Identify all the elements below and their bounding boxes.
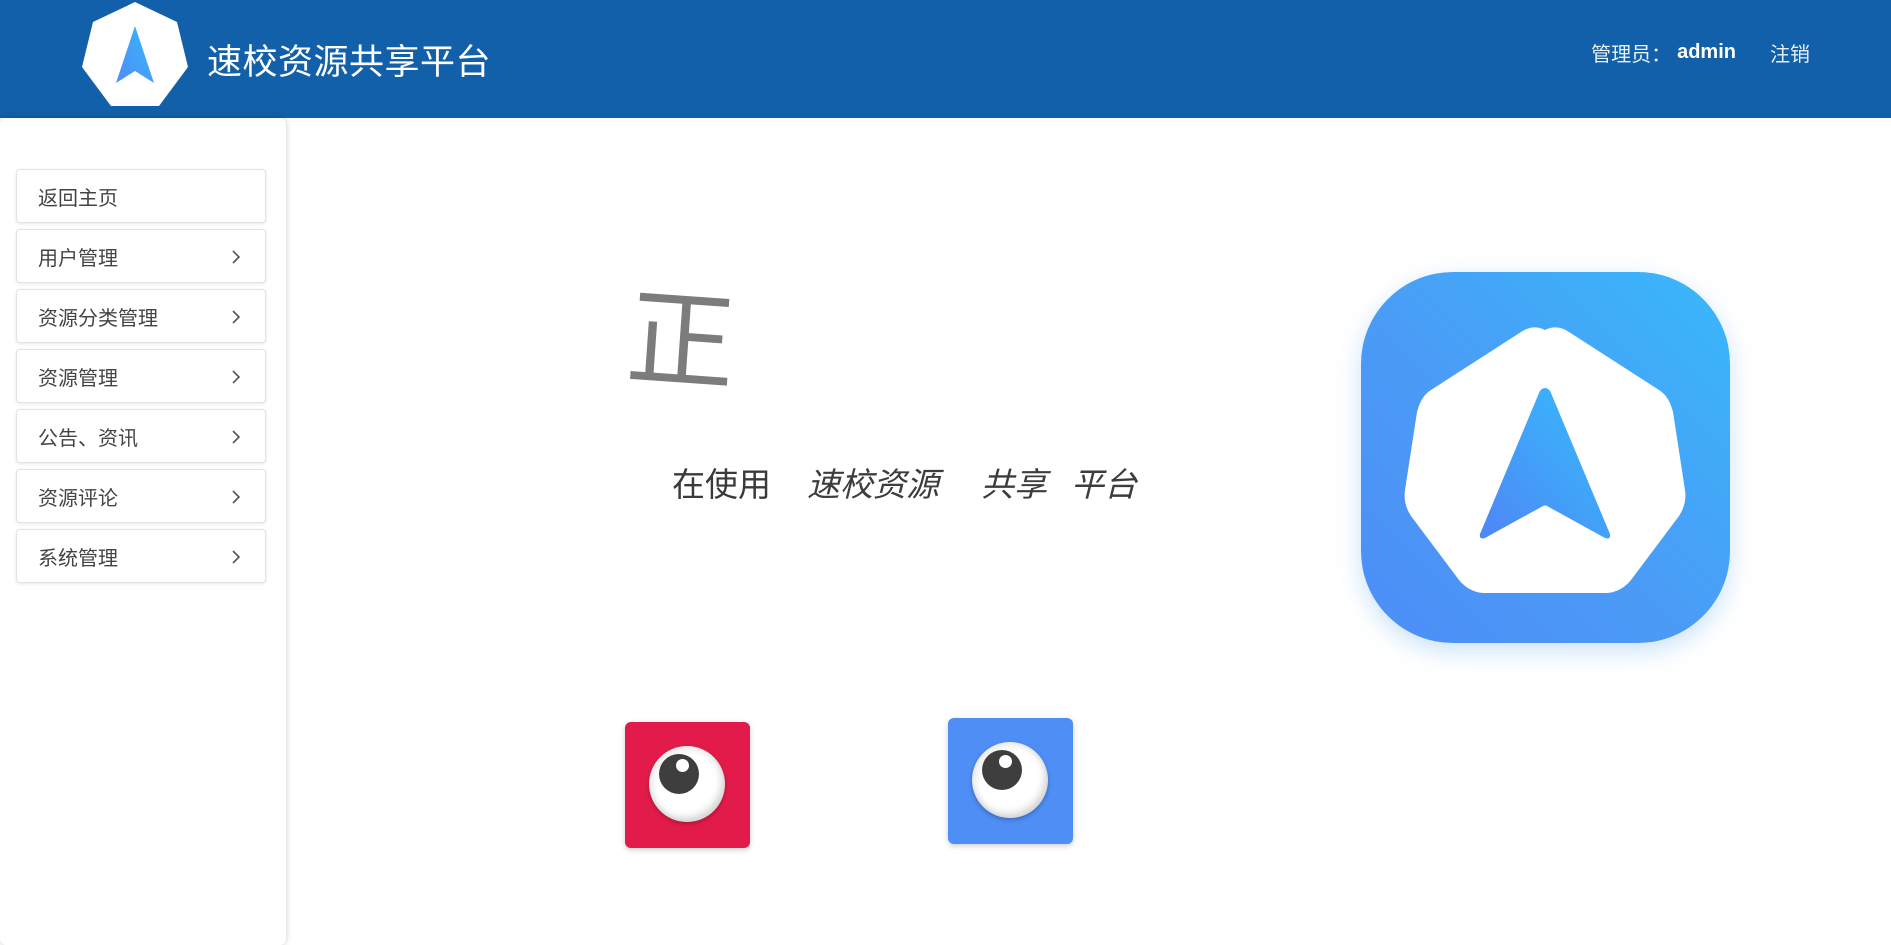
welcome-word-share: 共享 xyxy=(981,465,1047,504)
welcome-prefix: 在使用 xyxy=(672,465,771,504)
sidebar-item-resource-management[interactable]: 资源管理 xyxy=(16,349,266,403)
sidebar-item-label: 返回主页 xyxy=(38,185,118,210)
top-header: 速校资源共享平台 管理员： admin 注销 xyxy=(0,0,1891,118)
admin-area: 管理员： admin 注销 xyxy=(1591,38,1810,67)
sidebar-item-category-management[interactable]: 资源分类管理 xyxy=(16,289,266,343)
admin-label: 管理员： xyxy=(1591,42,1672,66)
sidebar-item-announcements[interactable]: 公告、资讯 xyxy=(16,409,266,463)
chevron-right-icon xyxy=(229,549,243,565)
sidebar-item-label: 用户管理 xyxy=(38,245,118,270)
sidebar-item-resource-comments[interactable]: 资源评论 xyxy=(16,469,266,523)
sidebar: 返回主页 用户管理 资源分类管理 资源管理 公告、资讯 资源评论 系统管理 xyxy=(0,118,286,945)
eye-card-blue xyxy=(948,718,1073,844)
logo-icon[interactable] xyxy=(80,0,190,110)
sidebar-menu: 返回主页 用户管理 资源分类管理 资源管理 公告、资讯 资源评论 系统管理 xyxy=(16,169,266,589)
navigation-arrow-icon xyxy=(1404,327,1686,593)
chevron-right-icon xyxy=(229,369,243,385)
chevron-right-icon xyxy=(229,249,243,265)
chevron-right-icon xyxy=(229,489,243,505)
chevron-right-icon xyxy=(229,309,243,325)
sidebar-item-label: 资源管理 xyxy=(38,365,118,390)
sidebar-item-label: 系统管理 xyxy=(38,545,118,570)
eye-card-red xyxy=(625,722,750,848)
app-title: 速校资源共享平台 xyxy=(207,43,492,83)
welcome-word-platform: 平台 xyxy=(1071,465,1137,504)
logout-link[interactable]: 注销 xyxy=(1770,38,1810,67)
main-content: 正 在使用 速校资源 共享 平台 xyxy=(286,118,1891,945)
sidebar-item-system-management[interactable]: 系统管理 xyxy=(16,529,266,583)
welcome-message: 在使用 速校资源 共享 平台 xyxy=(672,458,1137,506)
admin-username: admin xyxy=(1677,41,1736,63)
eye-icon xyxy=(972,742,1048,818)
sidebar-item-label: 资源分类管理 xyxy=(38,305,158,330)
sidebar-item-user-management[interactable]: 用户管理 xyxy=(16,229,266,283)
eye-icon xyxy=(649,746,725,822)
welcome-word-school: 速校资源 xyxy=(807,465,939,504)
app-icon xyxy=(1361,272,1730,643)
sidebar-item-home[interactable]: 返回主页 xyxy=(16,169,266,223)
animated-welcome-glyph: 正 xyxy=(622,276,740,409)
sidebar-item-label: 公告、资讯 xyxy=(38,425,138,450)
sidebar-item-label: 资源评论 xyxy=(38,485,118,510)
chevron-right-icon xyxy=(229,429,243,445)
